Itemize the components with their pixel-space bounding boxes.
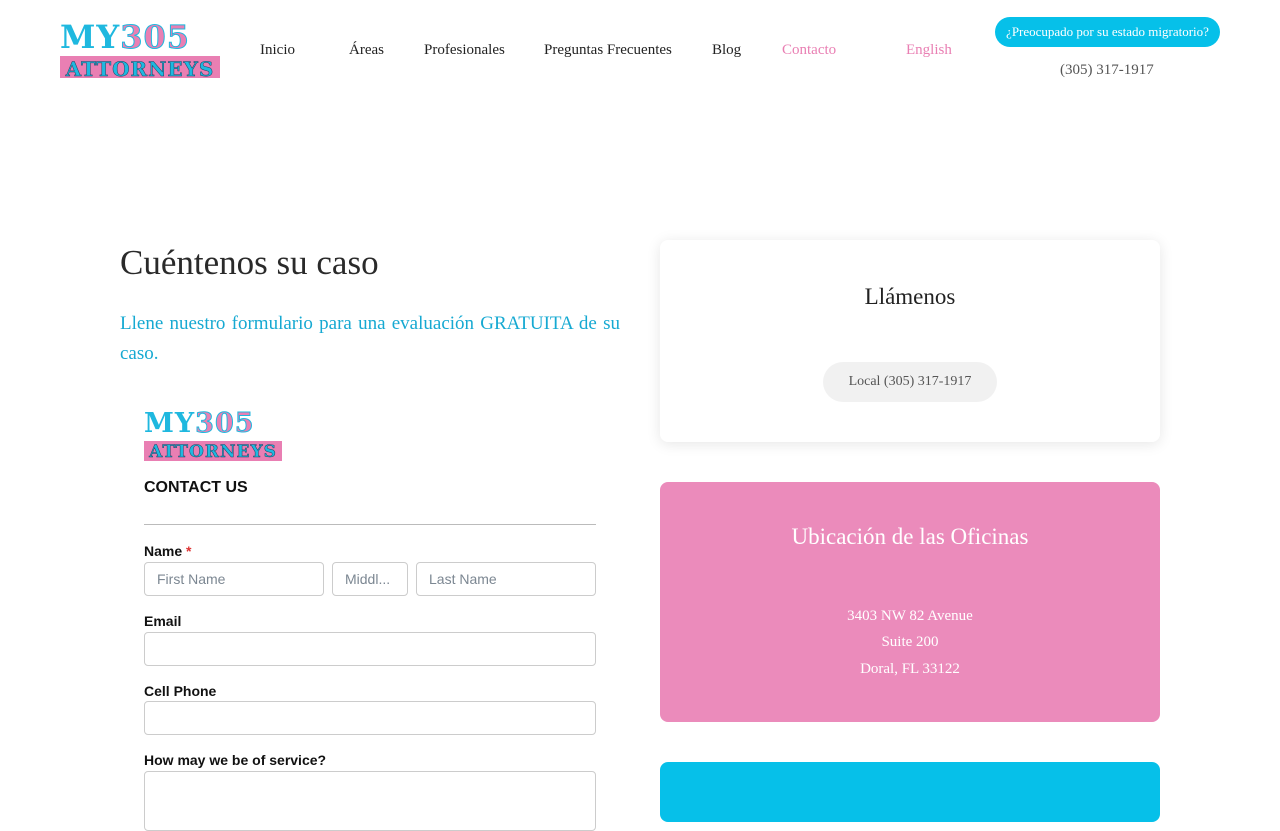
- office-address-line1: 3403 NW 82 Avenue: [847, 608, 973, 624]
- cell-phone-input[interactable]: [144, 701, 596, 735]
- page-title: Cuéntenos su caso: [120, 243, 379, 282]
- call-card-title: Llámenos: [864, 284, 956, 309]
- nav-profesionales[interactable]: Profesionales: [424, 42, 505, 59]
- logo-my-text: MY: [60, 18, 121, 56]
- nav-inicio[interactable]: Inicio: [260, 42, 295, 59]
- service-label: How may we be of service?: [144, 752, 327, 768]
- first-name-input[interactable]: [144, 562, 324, 596]
- email-label: Email: [144, 613, 182, 629]
- call-card: Llámenos Local (305) 317-1917: [660, 240, 1160, 442]
- cell-phone-label: Cell Phone: [144, 683, 217, 699]
- service-textarea[interactable]: [144, 771, 596, 831]
- nav-preguntas-frecuentes[interactable]: Preguntas Frecuentes: [544, 42, 672, 59]
- form-logo-my-text: MY: [144, 408, 196, 439]
- form-divider: [144, 524, 596, 525]
- nav-contacto[interactable]: Contacto: [782, 42, 836, 59]
- required-asterisk: *: [186, 543, 192, 559]
- nav-blog[interactable]: Blog: [712, 42, 741, 59]
- blue-card: [660, 762, 1160, 822]
- page-subtitle: Llene nuestro formulario para una evalua…: [120, 313, 620, 364]
- name-label-text: Name: [144, 543, 183, 559]
- form-logo-305-text: 305: [195, 408, 255, 439]
- office-card: Ubicación de las Oficinas 3403 NW 82 Ave…: [660, 482, 1160, 722]
- local-phone-button[interactable]: Local (305) 317-1917: [823, 362, 997, 402]
- email-input[interactable]: [144, 632, 596, 666]
- form-heading: CONTACT US: [144, 479, 248, 496]
- nav-areas[interactable]: Áreas: [349, 42, 384, 59]
- last-name-input[interactable]: [416, 562, 596, 596]
- nav-english[interactable]: English: [906, 42, 952, 59]
- office-card-title: Ubicación de las Oficinas: [791, 524, 1029, 549]
- middle-name-input[interactable]: [332, 562, 408, 596]
- site-logo[interactable]: MY305 ATTORNEYS: [60, 20, 220, 78]
- header-phone-link[interactable]: (305) 317-1917: [1060, 62, 1154, 79]
- immigration-status-button[interactable]: ¿Preocupado por su estado migratorio?: [995, 17, 1220, 47]
- form-logo: MY305 ATTORNEYS: [144, 408, 282, 462]
- logo-attorneys-text: ATTORNEYS: [65, 57, 215, 78]
- office-address-line3: Doral, FL 33122: [860, 661, 960, 677]
- logo-305-text: 305: [120, 18, 191, 56]
- name-label: Name *: [144, 543, 191, 559]
- form-logo-attorneys-text: ATTORNEYS: [149, 442, 277, 461]
- office-address-line2: Suite 200: [881, 634, 939, 650]
